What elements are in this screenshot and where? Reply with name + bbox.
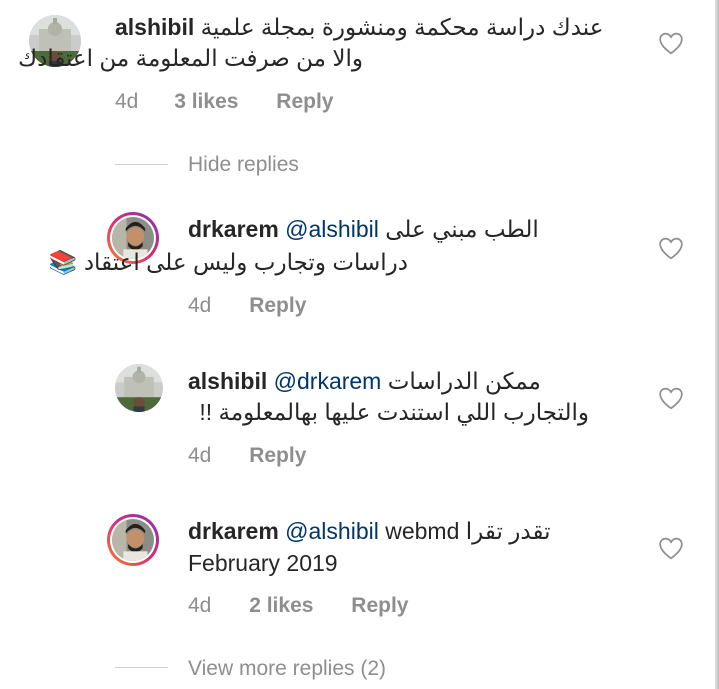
reply-username[interactable]: drkarem — [188, 216, 279, 242]
like-button[interactable] — [658, 536, 684, 560]
comment-likes[interactable]: 3 likes — [174, 90, 238, 113]
replies-divider — [115, 667, 168, 668]
reply-meta: 4d Reply — [188, 294, 306, 318]
reply-text-line-1: الطب مبني على — [385, 216, 539, 242]
reply-time: 4d — [188, 294, 212, 317]
reply-likes[interactable]: 2 likes — [249, 594, 313, 617]
avatar — [110, 517, 156, 563]
replies-divider — [115, 164, 168, 165]
reply-meta: 4d 2 likes Reply — [188, 594, 408, 618]
reply-text-line-2: February 2019 — [188, 550, 338, 576]
reply-line-1: drkarem @alshibil تقدر تقرا webmd — [188, 516, 551, 547]
reply-mention[interactable]: @alshibil — [285, 216, 379, 242]
heart-outline-icon — [659, 387, 683, 410]
comment-text-line-2: والا من صرفت المعلومة من اعتقادك — [18, 45, 363, 71]
reply-line-1: drkarem @alshibil الطب مبني على — [188, 214, 539, 245]
avatar-image — [115, 364, 163, 412]
comment-meta: 4d 3 likes Reply — [115, 90, 333, 114]
reply-button[interactable]: Reply — [351, 594, 408, 617]
screen-edge — [715, 0, 719, 689]
reply-button[interactable]: Reply — [249, 294, 306, 317]
avatar-story-ring[interactable] — [107, 514, 159, 566]
reply-time: 4d — [188, 444, 212, 467]
reply-emoji: 📚 — [48, 249, 78, 275]
heart-outline-icon — [659, 237, 683, 260]
like-button[interactable] — [658, 31, 684, 55]
comment-text-line-1: عندك دراسة محكمة ومنشورة بمجلة علمية — [200, 14, 604, 40]
avatar-image — [112, 519, 154, 561]
reply-meta: 4d Reply — [188, 444, 306, 468]
reply-text-line-2: والتجارب اللي استندت عليها بهالمعلومة !! — [199, 399, 589, 425]
reply-button[interactable]: Reply — [249, 444, 306, 467]
reply-text-line-2: دراسات وتجارب وليس على اعتقاد — [83, 249, 408, 275]
reply-time: 4d — [188, 594, 212, 617]
like-button[interactable] — [658, 236, 684, 260]
comment-username[interactable]: alshibil — [115, 14, 194, 40]
comment-line-1: alshibil عندك دراسة محكمة ومنشورة بمجلة … — [115, 12, 603, 43]
like-button[interactable] — [658, 386, 684, 410]
reply-username[interactable]: drkarem — [188, 518, 279, 544]
reply-mention[interactable]: @alshibil — [285, 518, 379, 544]
reply-mention[interactable]: @drkarem — [274, 368, 382, 394]
reply-text-line-1: ممكن الدراسات — [387, 368, 541, 394]
heart-outline-icon — [659, 32, 683, 55]
reply-line-1: alshibil @drkarem ممكن الدراسات — [188, 366, 541, 397]
heart-outline-icon — [659, 537, 683, 560]
reply-line-2: 📚 دراسات وتجارب وليس على اعتقاد — [49, 247, 408, 278]
avatar[interactable] — [115, 364, 163, 412]
view-more-replies-button[interactable]: View more replies (2) — [188, 657, 386, 681]
hide-replies-button[interactable]: Hide replies — [188, 153, 299, 177]
reply-username[interactable]: alshibil — [188, 368, 267, 394]
reply-text-line-1: تقدر تقرا webmd — [385, 518, 551, 544]
reply-button[interactable]: Reply — [276, 90, 333, 113]
comment-time: 4d — [115, 90, 139, 113]
